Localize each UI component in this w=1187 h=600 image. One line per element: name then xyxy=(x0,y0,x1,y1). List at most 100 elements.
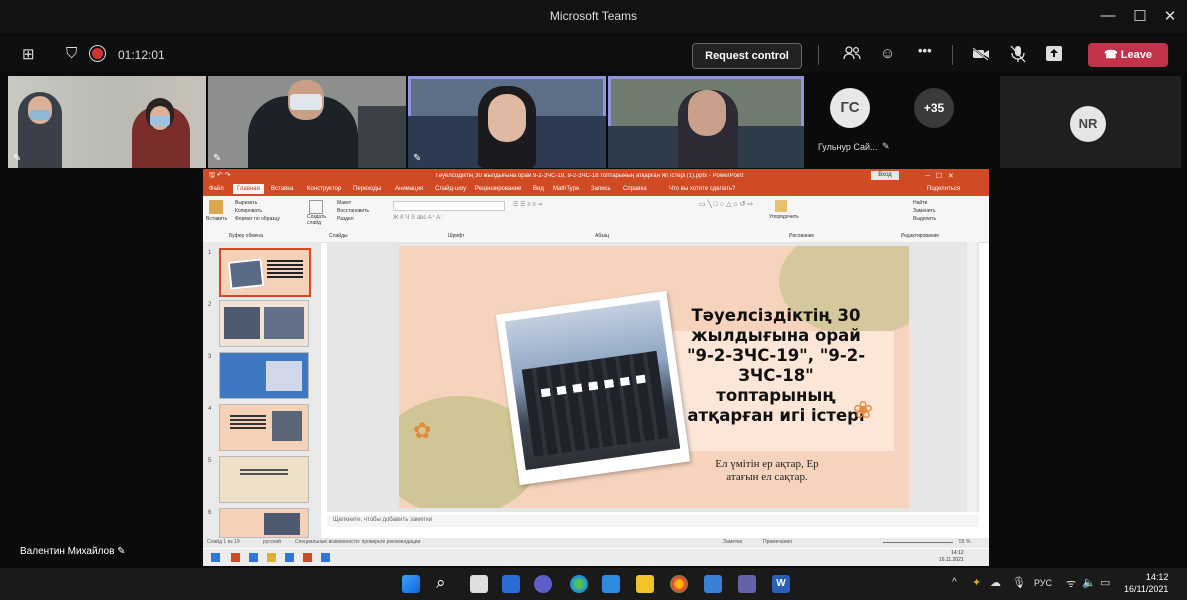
menu-animation[interactable]: Анимация xyxy=(395,186,423,192)
language-indicator[interactable]: русский xyxy=(263,539,281,545)
participant-video-tile-active[interactable] xyxy=(608,76,804,168)
file-explorer-icon[interactable] xyxy=(636,575,654,593)
close-button[interactable]: ✕ xyxy=(1160,7,1180,25)
shield-icon[interactable]: ⛉ xyxy=(66,45,77,62)
menu-record[interactable]: Запись xyxy=(591,186,611,192)
meeting-timer: 01:12:01 xyxy=(118,48,165,62)
app-icon xyxy=(303,553,312,562)
copy-button[interactable]: Копировать xyxy=(235,208,262,214)
calculator-icon[interactable] xyxy=(602,575,620,593)
battery-icon[interactable]: ▭ xyxy=(1100,576,1110,589)
tray-app-icon[interactable]: ✦ xyxy=(972,576,981,589)
menu-file[interactable]: Файл xyxy=(209,186,224,192)
leave-button[interactable]: ☎ Leave xyxy=(1088,43,1168,67)
layout-grid-icon[interactable]: ⊞ xyxy=(22,45,35,63)
app-icon[interactable] xyxy=(704,575,722,593)
request-control-button[interactable]: Request control xyxy=(692,43,802,69)
menu-design[interactable]: Конструктор xyxy=(307,186,341,192)
flower-icon: ❀ xyxy=(853,397,874,424)
paragraph-buttons[interactable]: ☰ ☰ ≡ ≡ ⇥ xyxy=(513,201,542,208)
minimize-button[interactable]: — xyxy=(1098,7,1118,24)
notes-pane[interactable]: Щелкните, чтобы добавить заметки xyxy=(327,515,979,527)
reset-button[interactable]: Восстановить xyxy=(337,208,369,214)
current-slide[interactable]: Тәуелсіздіктің 30 жылдығына орай "9-2-ЗЧ… xyxy=(399,246,909,508)
menu-home[interactable]: Главная xyxy=(233,184,264,194)
cut-button[interactable]: Вырезать xyxy=(235,200,257,206)
arrange-button[interactable]: Упорядочить xyxy=(769,214,799,220)
comments-toggle[interactable]: Примечания xyxy=(763,539,792,545)
new-slide-button[interactable]: Создать слайд xyxy=(307,214,331,226)
slide-editing-area[interactable]: Тәуелсіздіктің 30 жылдығына орай "9-2-ЗЧ… xyxy=(327,242,979,512)
notes-placeholder: Щелкните, чтобы добавить заметки xyxy=(333,517,433,523)
paste-icon[interactable] xyxy=(209,200,223,214)
section-button[interactable]: Раздел xyxy=(337,216,354,222)
participant-video-tile[interactable]: ✎ xyxy=(208,76,406,168)
teams-icon[interactable] xyxy=(738,575,756,593)
people-icon[interactable] xyxy=(843,45,861,65)
mic-off-icon[interactable] xyxy=(1010,45,1026,68)
format-painter-button[interactable]: Формат по образцу xyxy=(235,216,280,222)
word-icon[interactable]: W xyxy=(772,575,790,593)
zoom-slider[interactable] xyxy=(883,542,953,543)
slide-thumbnail[interactable] xyxy=(219,456,309,503)
widgets-icon[interactable] xyxy=(502,575,520,593)
share-button[interactable]: Поделиться xyxy=(927,186,960,192)
mic-icon[interactable]: 🎙 xyxy=(1012,576,1026,589)
language-indicator[interactable]: РУС xyxy=(1034,578,1052,588)
participant-tile-nr[interactable]: NR xyxy=(1000,76,1181,168)
slide-thumbnail[interactable] xyxy=(219,404,309,451)
menu-help[interactable]: Справка xyxy=(623,186,647,192)
avatar[interactable]: ГС xyxy=(830,88,870,128)
slide-scrollbar[interactable] xyxy=(967,242,977,512)
windows-start-icon[interactable] xyxy=(402,575,420,593)
slide-thumbnail[interactable] xyxy=(219,300,309,347)
slide-thumbnail[interactable] xyxy=(219,248,311,297)
layout-button[interactable]: Макет xyxy=(337,200,351,206)
font-format-buttons[interactable]: Ж К Ч S abc A⁺ A⁻ xyxy=(393,214,443,221)
font-name-dropdown[interactable] xyxy=(393,201,505,211)
new-slide-icon[interactable] xyxy=(309,200,323,214)
menu-review[interactable]: Рецензирование xyxy=(475,186,521,192)
ppt-window-controls[interactable]: ─ ☐ ✕ xyxy=(925,172,954,180)
overflow-participants-button[interactable]: +35 xyxy=(914,88,954,128)
cloud-icon[interactable]: ☁ xyxy=(990,576,1001,589)
menu-insert[interactable]: Вставка xyxy=(271,186,293,192)
more-options-button[interactable]: ••• xyxy=(918,43,932,58)
window-title: Microsoft Teams xyxy=(549,9,638,23)
shapes-gallery[interactable]: ▭ ╲ □ ○ △ ⌂ ↺ ⇨ xyxy=(699,200,753,208)
mic-off-icon: ✎ xyxy=(413,153,422,164)
wifi-icon[interactable]: ᯤ xyxy=(1066,576,1076,591)
slide-thumbnail[interactable] xyxy=(219,508,309,538)
chat-icon[interactable] xyxy=(534,575,552,593)
system-clock[interactable]: 14:12 16/11/2021 xyxy=(1124,571,1168,595)
arrange-icon[interactable] xyxy=(775,200,787,212)
reactions-icon[interactable]: ☺ xyxy=(880,45,895,62)
zoom-level[interactable]: 55 % xyxy=(959,539,970,545)
menu-slideshow[interactable]: Слайд-шоу xyxy=(435,186,466,192)
search-icon[interactable]: ⌕ xyxy=(436,573,446,593)
camera-off-icon[interactable] xyxy=(972,47,990,66)
select-button[interactable]: Выделить xyxy=(913,216,936,222)
notes-toggle[interactable]: Заметки xyxy=(723,539,742,545)
maximize-button[interactable]: ☐ xyxy=(1130,7,1150,25)
paste-button[interactable]: Вставить xyxy=(206,216,227,222)
slide-thumbnail[interactable] xyxy=(219,352,309,399)
find-button[interactable]: Найти xyxy=(913,200,927,206)
menu-mathtype[interactable]: MathType xyxy=(553,186,579,192)
accessibility-status[interactable]: Специальные возможности: проверьте реком… xyxy=(295,539,420,545)
chrome-icon[interactable] xyxy=(670,575,688,593)
save-icon[interactable]: 🖫 ↶ ↷ xyxy=(209,171,231,182)
share-screen-icon[interactable] xyxy=(1046,46,1062,61)
menu-view[interactable]: Вид xyxy=(533,186,544,192)
tray-overflow-icon[interactable]: ^ xyxy=(952,577,957,588)
task-view-icon[interactable] xyxy=(470,575,488,593)
menu-transitions[interactable]: Переходы xyxy=(353,186,381,192)
participant-video-tile-active[interactable]: ✎ xyxy=(408,76,606,168)
participant-video-tile[interactable]: ✎ xyxy=(8,76,206,168)
edge-browser-icon[interactable] xyxy=(570,575,588,593)
tell-me-search[interactable]: Что вы хотите сделать? xyxy=(669,186,735,192)
sign-in-button[interactable]: Вход xyxy=(871,171,899,180)
volume-icon[interactable]: 🔈 xyxy=(1082,576,1096,589)
mic-off-icon: ✎ xyxy=(882,141,890,151)
replace-button[interactable]: Заменить xyxy=(913,208,935,214)
